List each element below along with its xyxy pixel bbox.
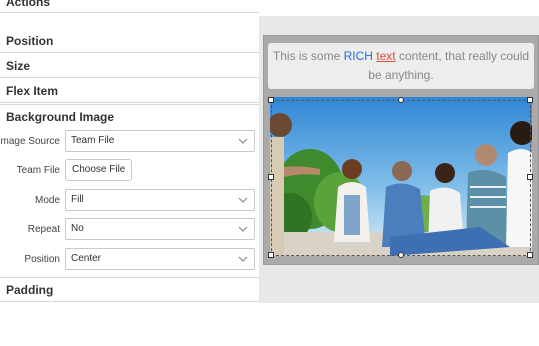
chevron-down-icon xyxy=(238,226,248,232)
section-flex-item[interactable]: Flex Item xyxy=(0,79,259,103)
section-position-label: Position xyxy=(6,34,54,48)
resize-handle-top-left[interactable] xyxy=(268,97,274,103)
resize-handle-right[interactable] xyxy=(527,174,533,180)
section-padding[interactable]: Padding xyxy=(0,277,259,302)
repeat-row: Repeat No xyxy=(0,218,259,242)
image-source-label: Image Source xyxy=(0,136,60,147)
section-background-image-label: Background Image xyxy=(6,110,115,124)
repeat-select[interactable]: No xyxy=(65,218,255,240)
repeat-value: No xyxy=(71,223,84,234)
properties-panel: Actions Position Size Flex Item Backgrou… xyxy=(0,0,259,304)
rich-text-widget[interactable]: This is some RICH text content, that rea… xyxy=(268,43,534,89)
image-source-select[interactable]: Team File xyxy=(65,130,255,152)
team-file-label: Team File xyxy=(16,165,60,176)
choose-file-button[interactable]: Choose File xyxy=(65,159,133,181)
section-size[interactable]: Size xyxy=(0,54,259,78)
section-background-image[interactable]: Background Image xyxy=(0,104,259,129)
chevron-down-icon xyxy=(238,256,248,262)
resize-handle-left[interactable] xyxy=(268,174,274,180)
section-actions-label: Actions xyxy=(6,0,51,9)
resize-handle-bottom-left[interactable] xyxy=(268,252,274,258)
position-row: Position Center xyxy=(0,248,259,272)
position-value: Center xyxy=(71,253,102,264)
position-select[interactable]: Center xyxy=(65,248,255,270)
rich-text-part1: This is some xyxy=(272,49,344,63)
image-source-row: Image Source Team File xyxy=(0,130,259,154)
photo-image-icon xyxy=(270,97,532,256)
team-file-row: Team File Choose File xyxy=(0,159,259,183)
resize-handle-top-right[interactable] xyxy=(527,97,533,103)
mode-value: Fill xyxy=(71,194,84,205)
chevron-down-icon xyxy=(238,138,248,144)
image-widget[interactable] xyxy=(270,97,532,256)
mode-select[interactable]: Fill xyxy=(65,189,255,211)
section-size-label: Size xyxy=(6,59,31,73)
image-source-value: Team File xyxy=(71,135,115,146)
resize-handle-top[interactable] xyxy=(398,97,404,103)
mode-label: Mode xyxy=(34,195,60,206)
rich-text-link[interactable]: text xyxy=(376,49,395,63)
chevron-down-icon xyxy=(238,197,248,203)
section-flex-item-label: Flex Item xyxy=(6,84,59,98)
repeat-label: Repeat xyxy=(27,224,60,235)
rich-text-emphasis: RICH xyxy=(343,49,373,63)
section-padding-label: Padding xyxy=(6,283,54,297)
mode-row: Mode Fill xyxy=(0,189,259,213)
resize-handle-bottom-right[interactable] xyxy=(527,252,533,258)
resize-handle-bottom[interactable] xyxy=(398,252,404,258)
section-position[interactable]: Position xyxy=(0,29,259,53)
section-actions[interactable]: Actions xyxy=(0,0,259,13)
position-label: Position xyxy=(24,254,60,265)
